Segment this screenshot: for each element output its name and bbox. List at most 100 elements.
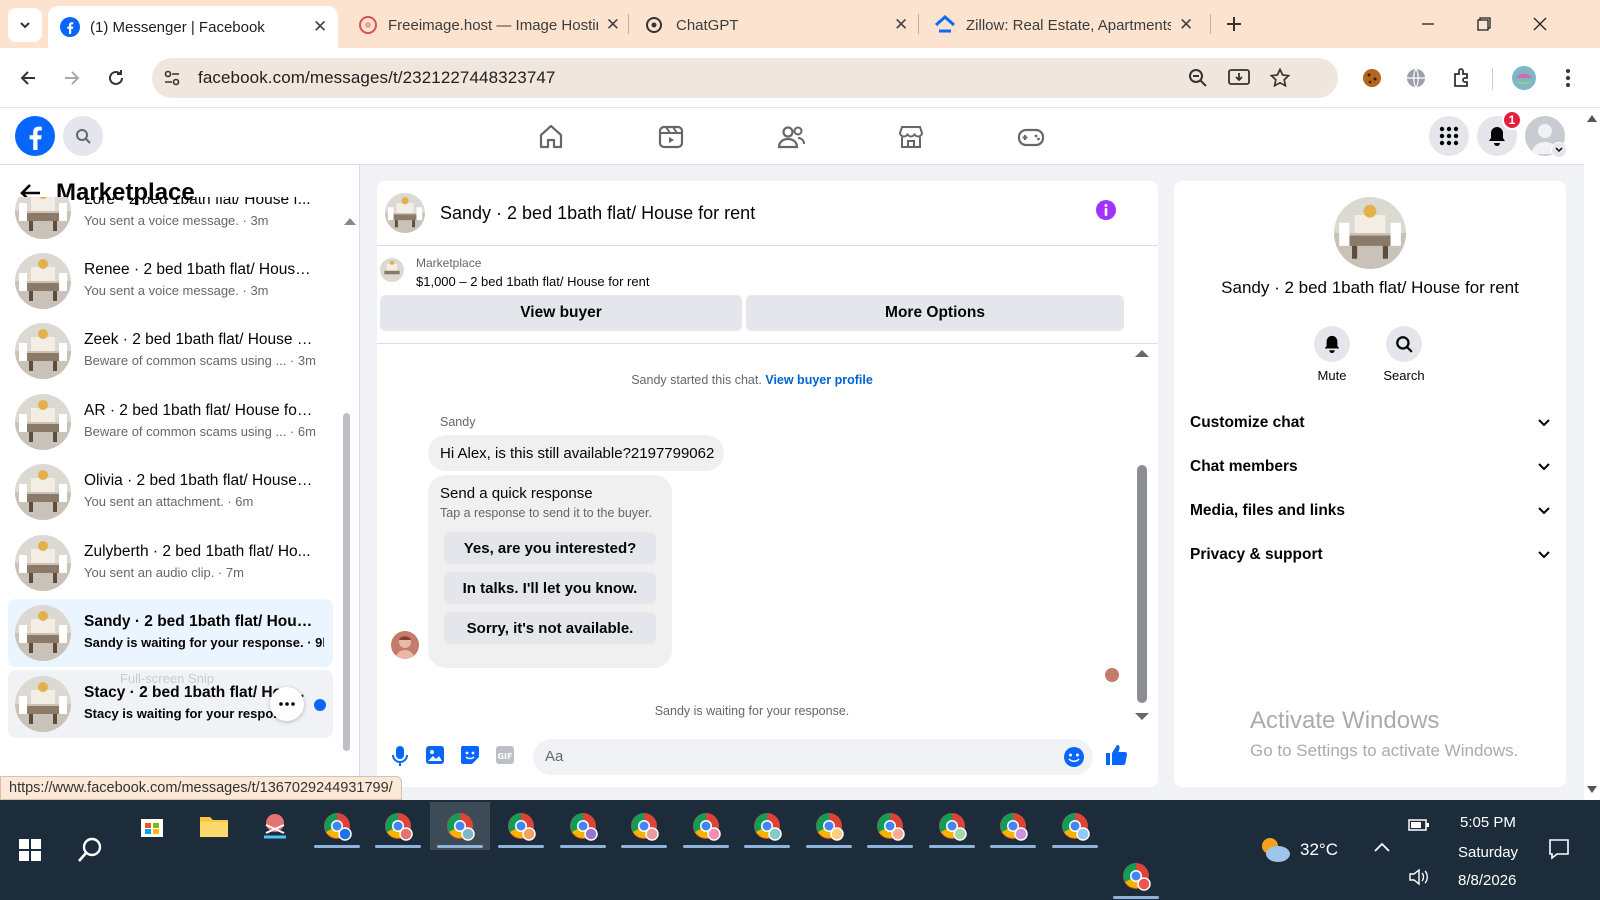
listing-title[interactable]: $1,000 – 2 bed 1bath flat/ House for ren… xyxy=(416,274,649,289)
privacy-support-row[interactable]: Privacy & support xyxy=(1190,535,1550,575)
taskbar-app-chrome-icon[interactable] xyxy=(1106,852,1166,900)
page-scrollbar[interactable] xyxy=(1584,108,1600,800)
scroll-up-icon[interactable] xyxy=(1587,114,1597,122)
tab-zillow[interactable]: Zillow: Real Estate, Apartments, ✕ xyxy=(930,6,1200,44)
address-bar[interactable]: facebook.com/messages/t/2321227448323747 xyxy=(152,58,1338,98)
tab-chatgpt[interactable]: ChatGPT ✕ xyxy=(640,6,910,44)
scroll-up-icon[interactable] xyxy=(344,217,356,225)
sender-avatar[interactable] xyxy=(391,631,419,659)
volume-icon[interactable] xyxy=(1408,868,1430,886)
sticker-icon[interactable] xyxy=(460,745,480,765)
info-icon[interactable] xyxy=(1095,199,1117,221)
quick-reply-yes[interactable]: Yes, are you interested? xyxy=(444,532,656,564)
message-input[interactable]: Aa xyxy=(533,739,1093,775)
clock-date[interactable]: 8/8/2026 xyxy=(1458,872,1516,889)
conversation-item[interactable]: Lore · 2 bed 1bath flat/ House f... You s… xyxy=(8,197,333,245)
conversation-item[interactable]: Renee · 2 bed 1bath flat/ House... You se… xyxy=(8,247,333,315)
taskbar-app-chrome-icon[interactable] xyxy=(922,802,982,850)
taskbar-app-chrome-icon[interactable] xyxy=(1045,802,1105,850)
globe-extension-icon[interactable] xyxy=(1400,62,1432,94)
chat-scrollbar-thumb[interactable] xyxy=(1137,465,1147,703)
zoom-icon[interactable] xyxy=(1188,68,1208,88)
photo-icon[interactable] xyxy=(425,745,445,765)
close-icon[interactable]: ✕ xyxy=(606,15,620,35)
notification-center-icon[interactable] xyxy=(1548,838,1570,860)
browser-menu-icon[interactable] xyxy=(1552,62,1584,94)
more-options-button[interactable]: More Options xyxy=(746,295,1124,331)
chat-members-row[interactable]: Chat members xyxy=(1190,447,1550,487)
profile-avatar[interactable] xyxy=(1334,197,1406,269)
media-files-links-row[interactable]: Media, files and links xyxy=(1190,491,1550,531)
close-icon[interactable]: ✕ xyxy=(894,15,908,35)
new-tab-button[interactable] xyxy=(1220,10,1248,38)
profile-icon[interactable] xyxy=(1508,62,1540,94)
close-icon[interactable]: ✕ xyxy=(313,17,327,37)
emoji-icon[interactable] xyxy=(1063,746,1085,768)
nav-gaming[interactable] xyxy=(1016,122,1046,152)
nav-video[interactable] xyxy=(656,122,686,152)
minimize-button[interactable] xyxy=(1400,0,1456,48)
weather-icon[interactable] xyxy=(1258,834,1292,864)
view-buyer-profile-link[interactable]: View buyer profile xyxy=(765,373,872,387)
scroll-down-icon[interactable] xyxy=(1587,786,1597,794)
conversation-item[interactable]: AR · 2 bed 1bath flat/ House for... Bewar… xyxy=(8,388,333,456)
reload-button[interactable] xyxy=(100,62,132,94)
conversation-item[interactable]: Zulyberth · 2 bed 1bath flat/ Ho... You s… xyxy=(8,529,333,597)
quick-reply-in-talks[interactable]: In talks. I'll let you know. xyxy=(444,572,656,604)
scroll-down-icon[interactable] xyxy=(1135,713,1149,721)
site-info-icon[interactable] xyxy=(162,68,182,88)
restore-button[interactable] xyxy=(1456,0,1512,48)
taskbar-app-chrome-icon[interactable] xyxy=(553,802,613,850)
message-bubble[interactable]: Hi Alex, is this still available?2197799… xyxy=(428,435,724,471)
conversation-item[interactable]: Sandy · 2 bed 1bath flat/ House... Sandy … xyxy=(8,599,333,667)
nav-friends[interactable] xyxy=(776,122,806,152)
taskbar-app-microsoft-store-icon[interactable] xyxy=(122,802,182,850)
tab-messenger[interactable]: (1) Messenger | Facebook ✕ xyxy=(48,6,338,48)
account-chevron-icon[interactable] xyxy=(1551,142,1567,158)
gif-icon[interactable]: GIF xyxy=(495,745,515,765)
taskbar-app-chrome-icon[interactable] xyxy=(983,802,1043,850)
nav-home[interactable] xyxy=(536,122,566,152)
nav-marketplace[interactable] xyxy=(896,122,926,152)
close-icon[interactable]: ✕ xyxy=(1179,15,1193,35)
conversation-item[interactable]: Zeek · 2 bed 1bath flat/ House f... Bewar… xyxy=(8,317,333,385)
tray-chevron-up-icon[interactable] xyxy=(1374,842,1390,852)
clock-day[interactable]: Saturday xyxy=(1458,844,1518,861)
start-button[interactable] xyxy=(0,826,60,874)
taskbar-app-chrome-icon[interactable] xyxy=(307,802,367,850)
taskbar-app-snipping-tool-icon[interactable] xyxy=(245,802,305,850)
taskbar-app-chrome-icon[interactable] xyxy=(491,802,551,850)
taskbar-app-file-explorer-icon[interactable] xyxy=(184,802,244,850)
microphone-icon[interactable] xyxy=(391,745,409,767)
quick-reply-not-available[interactable]: Sorry, it's not available. xyxy=(444,612,656,644)
taskbar-app-chrome-icon[interactable] xyxy=(799,802,859,850)
listing-thumbnail[interactable] xyxy=(380,258,404,282)
forward-button[interactable] xyxy=(56,62,88,94)
menu-button[interactable] xyxy=(1429,116,1469,156)
tab-search-button[interactable] xyxy=(8,8,42,42)
taskbar-search-button[interactable] xyxy=(60,826,120,874)
back-button[interactable] xyxy=(12,62,44,94)
cookie-extension-icon[interactable] xyxy=(1356,62,1388,94)
taskbar-app-chrome-icon[interactable] xyxy=(429,802,490,850)
tab-freeimage[interactable]: Freeimage.host — Image Hostir ✕ xyxy=(350,6,620,44)
taskbar-app-chrome-icon[interactable] xyxy=(737,802,797,850)
view-buyer-button[interactable]: View buyer xyxy=(380,295,742,331)
battery-icon[interactable] xyxy=(1408,818,1430,832)
search-conversation-button[interactable] xyxy=(1386,326,1422,362)
taskbar-app-chrome-icon[interactable] xyxy=(676,802,736,850)
conversation-more-button[interactable] xyxy=(270,687,304,721)
taskbar-app-chrome-icon[interactable] xyxy=(368,802,428,850)
clock-time[interactable]: 5:05 PM xyxy=(1460,814,1516,831)
chat-avatar[interactable] xyxy=(385,193,425,233)
customize-chat-row[interactable]: Customize chat xyxy=(1190,403,1550,443)
bookmark-star-icon[interactable] xyxy=(1270,68,1290,88)
conversation-item[interactable]: Olivia · 2 bed 1bath flat/ House ... You … xyxy=(8,458,333,526)
scroll-up-icon[interactable] xyxy=(1135,349,1149,357)
taskbar-app-chrome-icon[interactable] xyxy=(614,802,674,850)
search-button[interactable] xyxy=(63,116,103,156)
install-app-icon[interactable] xyxy=(1228,68,1250,88)
taskbar-app-chrome-icon[interactable] xyxy=(860,802,920,850)
close-window-button[interactable] xyxy=(1512,0,1568,48)
like-thumb-icon[interactable] xyxy=(1104,743,1128,767)
